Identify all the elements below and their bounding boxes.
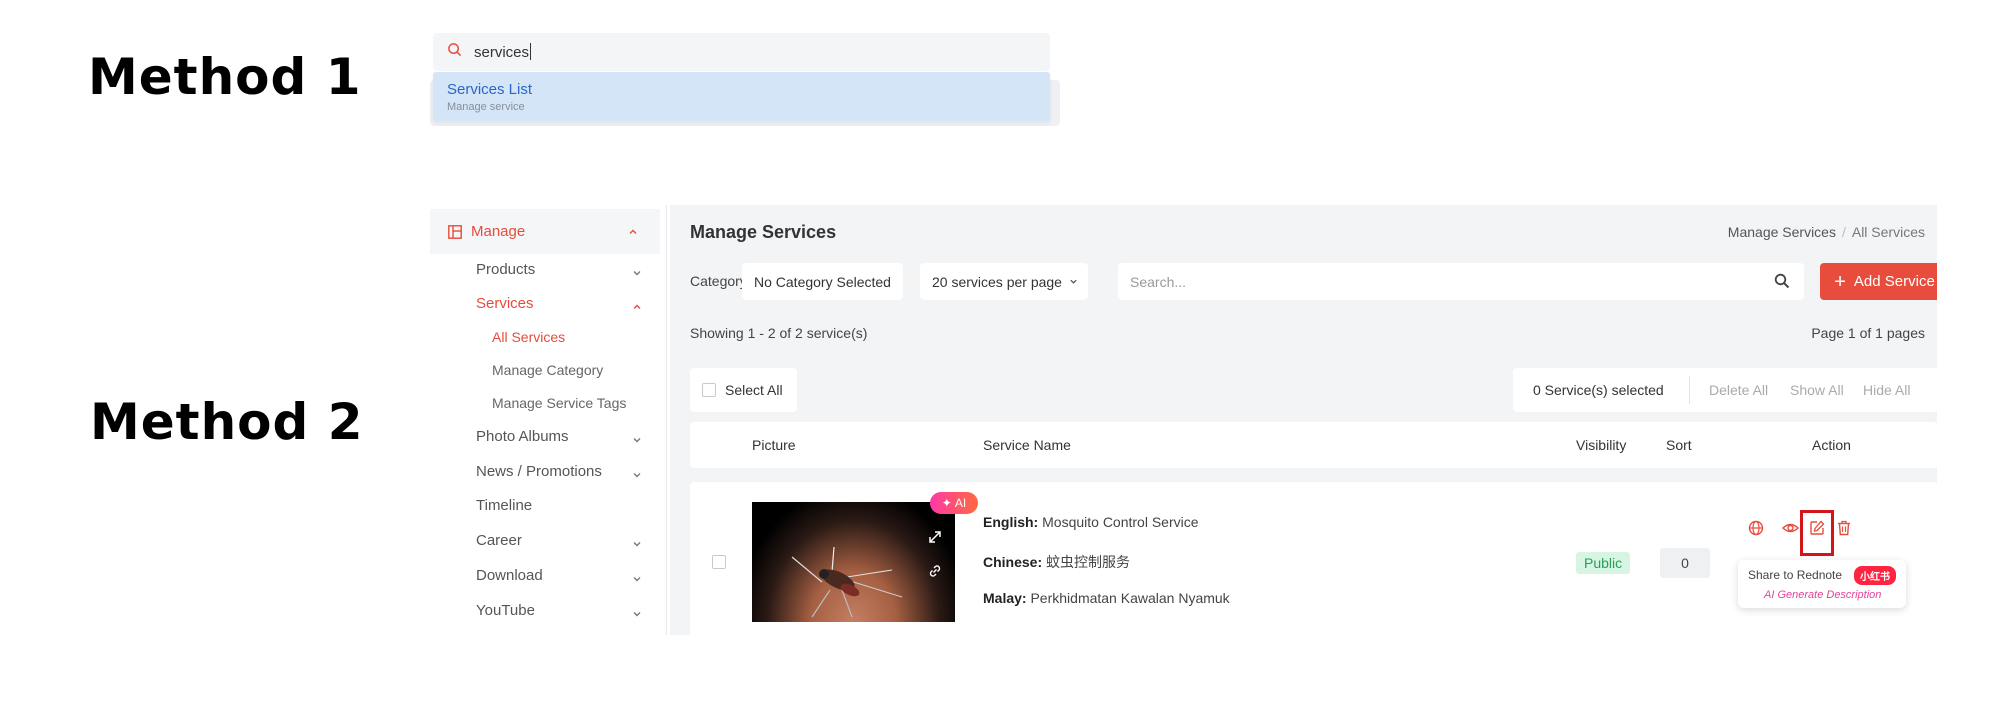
- column-action: Action: [1812, 437, 1851, 453]
- sidebar-item-products[interactable]: Products: [476, 261, 535, 278]
- chevron-down-icon: [632, 536, 642, 554]
- expand-icon[interactable]: [928, 530, 942, 549]
- service-name-value: Perkhidmatan Kawalan Nyamuk: [1030, 590, 1230, 606]
- lang-label: Chinese:: [983, 554, 1043, 570]
- sidebar-item-news-promotions[interactable]: News / Promotions: [476, 463, 602, 480]
- search-result-title: Services List: [447, 81, 533, 98]
- ai-badge[interactable]: ✦ AI: [930, 492, 978, 514]
- rednote-logo: 小红书: [1854, 566, 1896, 585]
- chevron-down-icon: [632, 571, 642, 589]
- add-service-button[interactable]: + Add Service: [1820, 263, 1937, 300]
- method-2-label: Method 2: [90, 393, 364, 451]
- sidebar-item-photo-albums[interactable]: Photo Albums: [476, 428, 569, 445]
- lang-label: English:: [983, 514, 1039, 530]
- column-picture: Picture: [752, 437, 796, 453]
- sidebar-item-youtube[interactable]: YouTube: [476, 602, 535, 619]
- link-icon[interactable]: [928, 564, 942, 583]
- hide-all-button[interactable]: Hide All: [1863, 382, 1910, 398]
- sidebar-item-career[interactable]: Career: [476, 532, 522, 549]
- sidebar-subitem-manage-service-tags[interactable]: Manage Service Tags: [492, 395, 626, 411]
- select-all-label: Select All: [725, 382, 783, 398]
- search-query: services: [474, 44, 530, 61]
- sort-input[interactable]: 0: [1660, 548, 1710, 578]
- checkbox[interactable]: [702, 383, 716, 397]
- sidebar: Manage Products Services All Services Ma…: [430, 205, 667, 635]
- add-service-label: Add Service: [1853, 273, 1935, 290]
- chevron-down-icon: [1069, 277, 1078, 286]
- row-checkbox[interactable]: [712, 555, 726, 569]
- mosquito-image: [791, 546, 903, 618]
- chevron-down-icon: [632, 606, 642, 624]
- share-to-rednote[interactable]: Share to Rednote: [1748, 568, 1842, 582]
- service-name-malay: Malay: Perkhidmatan Kawalan Nyamuk: [983, 590, 1230, 606]
- page-indicator: Page 1 of 1 pages: [1811, 325, 1925, 341]
- eye-icon[interactable]: [1781, 520, 1800, 541]
- category-select[interactable]: No Category Selected: [742, 263, 903, 300]
- service-picture[interactable]: [752, 502, 955, 622]
- trash-icon[interactable]: [1837, 520, 1851, 541]
- sidebar-item-timeline[interactable]: Timeline: [476, 497, 532, 514]
- sidebar-subitem-all-services[interactable]: All Services: [492, 329, 565, 345]
- breadcrumb-all-services: All Services: [1851, 224, 1925, 240]
- service-search-input[interactable]: Search...: [1118, 263, 1804, 300]
- method-1-label: Method 1: [88, 48, 362, 106]
- selected-count: 0 Service(s) selected: [1533, 382, 1664, 398]
- table-header: Picture Service Name Visibility Sort Act…: [690, 422, 1937, 468]
- plus-icon: +: [1834, 270, 1846, 293]
- per-page-select[interactable]: 20 services per page: [920, 263, 1088, 300]
- chevron-down-icon: [632, 467, 642, 485]
- showing-count: Showing 1 - 2 of 2 service(s): [690, 325, 868, 341]
- globe-icon[interactable]: [1748, 520, 1764, 541]
- bulk-actions-bar: 0 Service(s) selected Delete All Show Al…: [1513, 368, 1937, 412]
- visibility-badge[interactable]: Public: [1576, 552, 1631, 574]
- service-name-english: English: Mosquito Control Service: [983, 514, 1199, 530]
- edit-highlight-box: [1800, 510, 1834, 556]
- search-result-subtitle: Manage service: [447, 101, 525, 113]
- breadcrumb: Manage Services / All Services: [1727, 224, 1925, 240]
- column-sort: Sort: [1666, 437, 1692, 453]
- sidebar-item-services[interactable]: Services: [476, 295, 534, 312]
- sidebar-section-label: Manage: [471, 223, 526, 240]
- chevron-down-icon: [632, 265, 642, 283]
- ai-badge-label: AI: [954, 496, 967, 510]
- layout-icon: [448, 224, 462, 239]
- chevron-up-icon: [632, 299, 642, 317]
- service-name-chinese: Chinese: 蚊虫控制服务: [983, 552, 1130, 572]
- show-all-button[interactable]: Show All: [1790, 382, 1844, 398]
- page-title: Manage Services: [690, 222, 837, 242]
- share-tooltip: Share to Rednote 小红书 AI Generate Descrip…: [1738, 560, 1906, 608]
- table-row: ✦ AI English: Mosquito Control Service C…: [690, 482, 1937, 635]
- main-content: Manage Services Manage Services / All Serv…: [670, 205, 1937, 635]
- sidebar-item-download[interactable]: Download: [476, 567, 543, 584]
- lang-label: Malay:: [983, 590, 1027, 606]
- search-icon: [447, 42, 462, 62]
- sidebar-subitem-manage-category[interactable]: Manage Category: [492, 362, 603, 378]
- breadcrumb-manage-services[interactable]: Manage Services: [1728, 224, 1836, 240]
- search-placeholder: Search...: [1130, 273, 1187, 290]
- ai-generate-description[interactable]: AI Generate Description: [1764, 589, 1881, 601]
- per-page-value: 20 services per page: [932, 273, 1062, 290]
- sidebar-section-manage[interactable]: Manage: [430, 209, 660, 254]
- select-all-checkbox[interactable]: Select All: [690, 368, 797, 412]
- global-search-input[interactable]: services: [433, 33, 1050, 71]
- search-icon[interactable]: [1774, 273, 1790, 292]
- service-name-value: Mosquito Control Service: [1042, 514, 1199, 530]
- delete-all-button[interactable]: Delete All: [1709, 382, 1768, 398]
- column-service-name: Service Name: [983, 437, 1071, 453]
- sparkle-icon: ✦: [941, 496, 952, 510]
- admin-app: Manage Products Services All Services Ma…: [430, 205, 1937, 635]
- service-name-value: 蚊虫控制服务: [1046, 554, 1131, 570]
- search-result-services-list[interactable]: Services List Manage service: [433, 72, 1050, 121]
- chevron-up-icon: [628, 224, 638, 241]
- column-visibility: Visibility: [1576, 437, 1627, 453]
- chevron-down-icon: [632, 432, 642, 450]
